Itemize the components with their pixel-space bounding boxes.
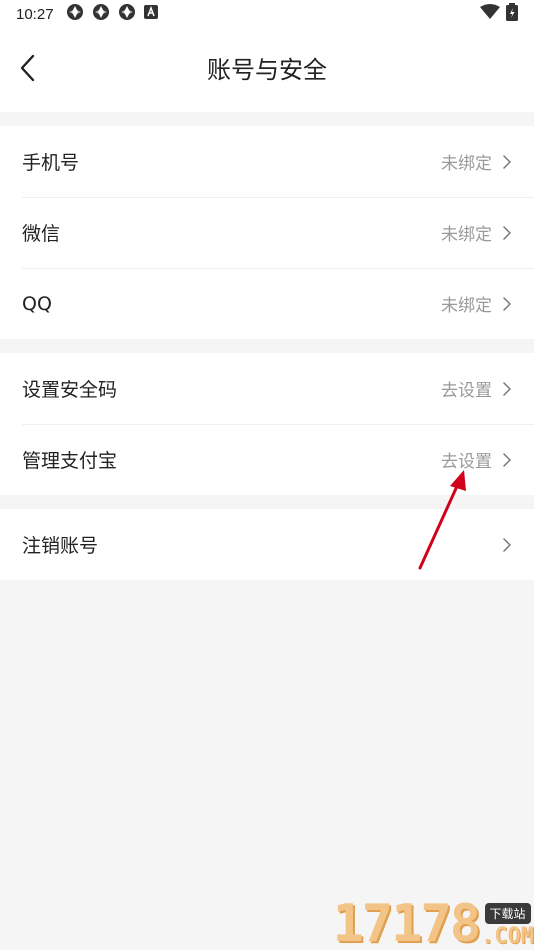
chevron-right-icon xyxy=(502,452,512,468)
status-bar: 10:27 xyxy=(0,0,534,28)
watermark-badge: 下载站 xyxy=(484,903,531,924)
row-label: 手机号 xyxy=(22,152,80,174)
deactivate-group: 注销账号 xyxy=(0,509,534,580)
watermark-digits: 17178 xyxy=(332,894,481,950)
security-group: 设置安全码 去设置 管理支付宝 去设置 xyxy=(0,353,534,495)
row-value: 去设置 xyxy=(441,452,492,472)
row-phone[interactable]: 手机号 未绑定 xyxy=(0,126,534,197)
row-value: 未绑定 xyxy=(441,154,492,174)
sync-icon xyxy=(66,3,84,25)
header: 账号与安全 xyxy=(0,28,534,112)
chevron-right-icon xyxy=(502,537,512,553)
watermark-suffix: .COM xyxy=(481,924,534,949)
row-value: 未绑定 xyxy=(441,225,492,245)
watermark-side: 下载站 .COM xyxy=(481,903,534,948)
row-security-code[interactable]: 设置安全码 去设置 xyxy=(0,353,534,424)
a-badge-icon xyxy=(143,5,158,23)
row-value: 未绑定 xyxy=(441,296,492,316)
chevron-right-icon xyxy=(502,154,512,170)
sync-icon xyxy=(92,3,110,25)
row-qq[interactable]: QQ 未绑定 xyxy=(0,268,534,339)
row-label: 设置安全码 xyxy=(22,379,118,401)
battery-icon xyxy=(506,3,518,25)
row-manage-alipay[interactable]: 管理支付宝 去设置 xyxy=(0,424,534,495)
page-title: 账号与安全 xyxy=(207,56,327,84)
row-label: 微信 xyxy=(22,223,61,245)
row-label: QQ xyxy=(22,292,52,315)
chevron-right-icon xyxy=(502,381,512,397)
status-time: 10:27 xyxy=(16,5,54,23)
account-binding-group: 手机号 未绑定 微信 未绑定 QQ 未绑定 xyxy=(0,126,534,339)
row-value: 去设置 xyxy=(441,381,492,401)
row-label: 注销账号 xyxy=(22,535,99,557)
row-wechat[interactable]: 微信 未绑定 xyxy=(0,197,534,268)
status-right-icons xyxy=(480,3,518,25)
sync-icon xyxy=(118,3,136,25)
wifi-icon xyxy=(480,4,500,24)
row-label: 管理支付宝 xyxy=(22,450,118,472)
chevron-right-icon xyxy=(502,225,512,241)
chevron-right-icon xyxy=(502,296,512,312)
row-deactivate-account[interactable]: 注销账号 xyxy=(0,509,534,580)
watermark-logo: 17178 下载站 .COM xyxy=(304,892,534,950)
